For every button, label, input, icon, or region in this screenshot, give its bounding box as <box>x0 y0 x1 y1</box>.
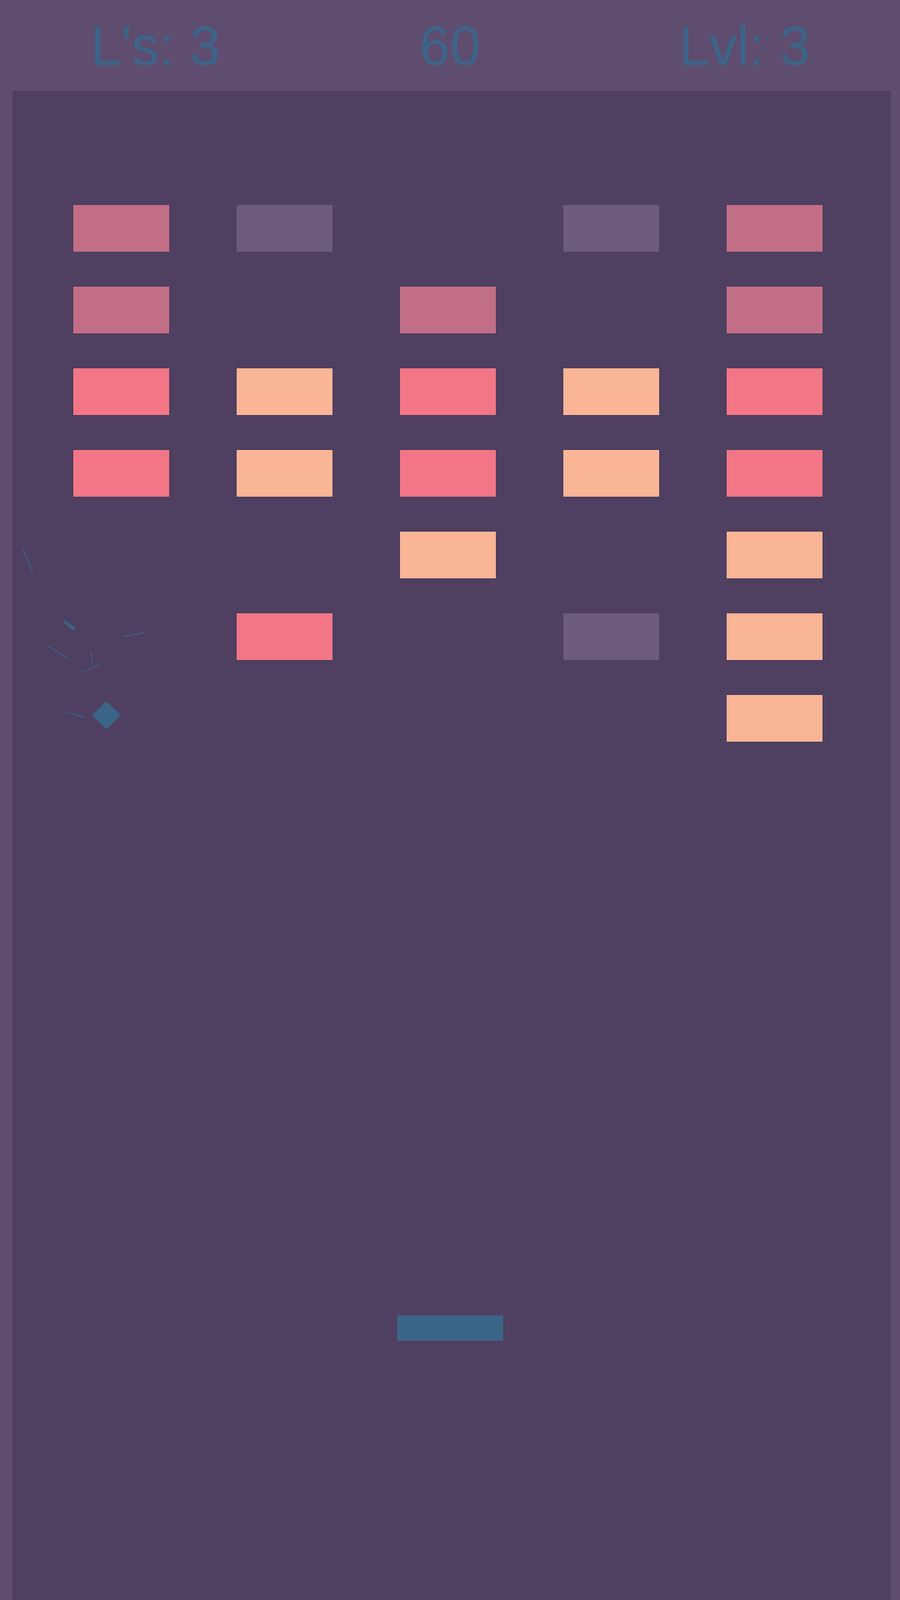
brick <box>73 450 170 497</box>
brick <box>400 286 496 334</box>
brick <box>726 205 823 252</box>
empty-slot <box>400 613 496 660</box>
brick <box>726 695 823 742</box>
particle <box>22 548 33 573</box>
brick-grid <box>73 205 891 742</box>
brick <box>236 368 333 415</box>
empty-slot <box>73 531 170 579</box>
hud-bar: L's: 3 60 Lvl: 3 <box>0 0 900 91</box>
empty-slot <box>563 695 660 742</box>
brick <box>73 205 170 252</box>
brick <box>400 531 496 579</box>
particle <box>122 632 145 637</box>
brick <box>726 531 823 579</box>
score-counter: 60 <box>325 18 575 74</box>
game-canvas <box>12 90 891 1600</box>
brick <box>400 368 496 415</box>
level-counter: Lvl: 3 <box>619 18 870 74</box>
empty-slot <box>236 695 333 742</box>
empty-slot <box>563 531 660 579</box>
brick <box>236 205 333 252</box>
paddle[interactable] <box>397 1315 504 1341</box>
particle <box>90 651 92 665</box>
play-area[interactable] <box>12 90 891 1600</box>
particle <box>80 664 101 673</box>
brick <box>726 368 823 415</box>
brick <box>236 613 333 660</box>
empty-slot <box>73 695 170 742</box>
brick <box>400 450 496 497</box>
empty-slot <box>400 205 496 252</box>
lives-counter: L's: 3 <box>30 18 281 74</box>
empty-slot <box>73 613 170 660</box>
empty-slot <box>563 286 660 334</box>
empty-slot <box>236 286 333 334</box>
brick <box>726 450 823 497</box>
ball <box>91 700 120 730</box>
game-screen: L's: 3 60 Lvl: 3 <box>0 0 900 1600</box>
brick <box>236 450 333 497</box>
particle <box>63 710 84 717</box>
brick <box>563 450 660 497</box>
brick <box>73 368 170 415</box>
brick <box>73 286 170 334</box>
brick <box>563 205 660 252</box>
particle <box>64 621 75 630</box>
brick <box>726 286 823 334</box>
brick <box>726 613 823 660</box>
empty-slot <box>400 695 496 742</box>
brick <box>563 613 660 660</box>
empty-slot <box>236 531 333 579</box>
particle <box>48 645 69 660</box>
brick <box>563 368 660 415</box>
